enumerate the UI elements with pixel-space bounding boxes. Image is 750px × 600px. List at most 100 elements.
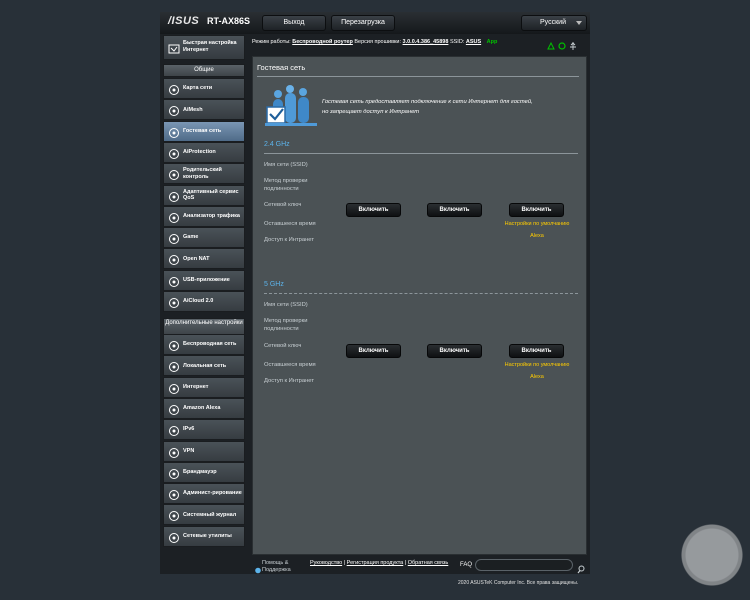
search-icon[interactable] xyxy=(577,561,586,574)
sidebar-item-qos[interactable]: Адаптивный сервис QoS xyxy=(163,184,245,206)
field-remaining-time-label: Оставшееся время xyxy=(264,221,316,227)
sidebar-item-label: AiProtection xyxy=(183,149,216,156)
firewall-icon xyxy=(168,467,180,479)
sidebar-item-cloud[interactable]: AiCloud 2.0 xyxy=(163,291,245,312)
quick-setup-label: Быстрая настройка Интернет xyxy=(183,40,237,53)
sidebar-item-usb[interactable]: USB-приложение xyxy=(163,269,245,291)
registration-link[interactable]: Регистрация продукта xyxy=(347,560,404,566)
internet-status-icon[interactable] xyxy=(558,37,566,50)
administration-icon xyxy=(168,488,180,501)
sidebar-item-parental-control[interactable]: Родительский контроль xyxy=(163,163,245,185)
guest-network-illustration-icon xyxy=(265,85,317,129)
sidebar-item-aiprotection[interactable]: AiProtection xyxy=(163,141,245,163)
feedback-link[interactable]: Обратная связь xyxy=(408,560,449,566)
sidebar-item-label: Беспроводная сеть xyxy=(183,341,237,348)
question-icon xyxy=(255,561,261,574)
sidebar-item-label: Open NAT xyxy=(183,255,210,262)
quick-setup-button[interactable]: Быстрая настройка Интернет xyxy=(163,35,245,60)
sidebar-item-label: Гостевая сеть xyxy=(183,127,222,134)
default-settings-link-24[interactable]: Настройки по умолчанию xyxy=(497,221,577,227)
field-ssid-label: Имя сети (SSID) xyxy=(264,162,308,168)
description-line-2: но запрещает доступ к Интранет xyxy=(322,109,420,115)
footer-links: Руководство | Регистрация продукта | Обр… xyxy=(310,560,449,566)
ipv6-icon xyxy=(168,424,180,437)
system-log-icon xyxy=(168,509,180,522)
band-24ghz-divider xyxy=(264,153,578,154)
alexa-link-24[interactable]: Alexa xyxy=(497,233,577,239)
sidebar-item-network-map[interactable]: Карта сети xyxy=(163,78,245,99)
faq-search-input[interactable] xyxy=(475,559,573,571)
ssid-link[interactable]: ASUS xyxy=(466,39,481,45)
language-select[interactable]: Русский xyxy=(521,15,587,31)
sidebar-item-ipv6[interactable]: IPv6 xyxy=(163,419,245,441)
sidebar-item-gamepad[interactable]: Game xyxy=(163,227,245,249)
app-label[interactable]: App xyxy=(487,39,498,45)
qos-icon xyxy=(168,190,180,202)
firmware-label: Версия прошивки: xyxy=(354,39,401,45)
sidebar-item-system-log[interactable]: Системный журнал xyxy=(163,504,245,526)
guest-network-description: Гостевая сеть предоставляет подключение … xyxy=(322,97,562,117)
alexa-link-5[interactable]: Alexa xyxy=(497,374,577,380)
field-network-key-label: Сетевой ключ xyxy=(264,202,302,208)
guest-network-icon xyxy=(168,126,180,138)
sidebar-item-label: USB-приложение xyxy=(183,276,230,283)
description-line-1: Гостевая сеть предоставляет подключение … xyxy=(322,99,533,105)
usb-status-icon[interactable] xyxy=(569,37,577,50)
logout-button[interactable]: Выход xyxy=(262,15,326,31)
sidebar-item-label: AiCloud 2.0 xyxy=(183,298,214,305)
sidebar-item-administration[interactable]: Админист-рирование xyxy=(163,483,245,505)
sidebar-item-label: Локальная сеть xyxy=(183,362,227,369)
sidebar-item-guest-network[interactable]: Гостевая сеть xyxy=(163,120,245,142)
enable-button-24-2[interactable]: Включить xyxy=(427,203,482,217)
sidebar-item-label: Адаптивный сервис QoS xyxy=(183,188,239,202)
sidebar-item-label: IPv6 xyxy=(183,426,195,433)
aiprotection-icon xyxy=(168,147,180,159)
enable-button-24-1[interactable]: Включить xyxy=(346,203,401,217)
field-auth-method-label: Метод проверки подлинности xyxy=(264,178,308,192)
sidebar-item-label: Game xyxy=(183,234,199,241)
mode-link[interactable]: Беспроводной роутер xyxy=(292,39,353,45)
sidebar-item-label: Системный журнал xyxy=(183,511,237,518)
sidebar-item-label: Анализатор трафика xyxy=(183,213,240,220)
field-remaining-time-label: Оставшееся время xyxy=(264,362,316,368)
sidebar-item-traffic-analyzer[interactable]: Анализатор трафика xyxy=(163,205,245,227)
band-24ghz-title: 2.4 GHz xyxy=(264,141,290,148)
field-intranet-access-label: Доступ к Интранет xyxy=(264,378,314,384)
sidebar-item-alexa[interactable]: Amazon Alexa xyxy=(163,397,245,419)
network-status-icon[interactable] xyxy=(547,37,555,50)
lan-icon xyxy=(168,360,180,373)
sidebar-item-network-tools[interactable]: Сетевые утилиты xyxy=(163,525,245,547)
alexa-icon xyxy=(168,403,180,415)
chevron-down-icon xyxy=(576,21,582,25)
enable-button-5-2[interactable]: Включить xyxy=(427,344,482,358)
sidebar-item-firewall[interactable]: Брандмауэр xyxy=(163,461,245,483)
usb-icon xyxy=(168,275,180,287)
section-general-header: Общие xyxy=(163,64,245,77)
network-map-icon xyxy=(168,83,180,95)
manual-link[interactable]: Руководство xyxy=(310,560,342,566)
field-auth-method-label: Метод проверки подлинности xyxy=(264,318,308,332)
copyright-text: 2020 ASUSTeK Computer Inc. Все права защ… xyxy=(458,580,579,586)
quick-setup-icon xyxy=(168,42,180,54)
status-info-bar: Режим работы: Беспроводной роутер Версия… xyxy=(252,36,588,48)
wireless-icon xyxy=(168,339,180,351)
firmware-link[interactable]: 3.0.0.4.386_45898 xyxy=(403,39,449,45)
sidebar-item-open-nat[interactable]: Open NAT xyxy=(163,248,245,270)
open-nat-icon xyxy=(168,253,180,266)
aimesh-icon xyxy=(168,104,180,117)
enable-button-24-3[interactable]: Включить xyxy=(509,203,564,217)
title-divider xyxy=(257,76,579,77)
default-settings-link-5[interactable]: Настройки по умолчанию xyxy=(497,362,577,368)
vpn-icon xyxy=(168,446,180,458)
sidebar-item-lan[interactable]: Локальная сеть xyxy=(163,355,245,377)
sidebar-item-globe[interactable]: Интернет xyxy=(163,376,245,398)
sidebar-item-vpn[interactable]: VPN xyxy=(163,440,245,462)
enable-button-5-1[interactable]: Включить xyxy=(346,344,401,358)
enable-button-5-3[interactable]: Включить xyxy=(509,344,564,358)
sidebar-item-wireless[interactable]: Беспроводная сеть xyxy=(163,334,245,355)
field-intranet-access-label: Доступ к Интранет xyxy=(264,237,314,243)
globe-icon xyxy=(168,382,180,394)
sidebar-item-aimesh[interactable]: AiMesh xyxy=(163,99,245,121)
reboot-button[interactable]: Перезагрузка xyxy=(331,15,395,31)
band-5ghz-divider xyxy=(264,293,578,294)
